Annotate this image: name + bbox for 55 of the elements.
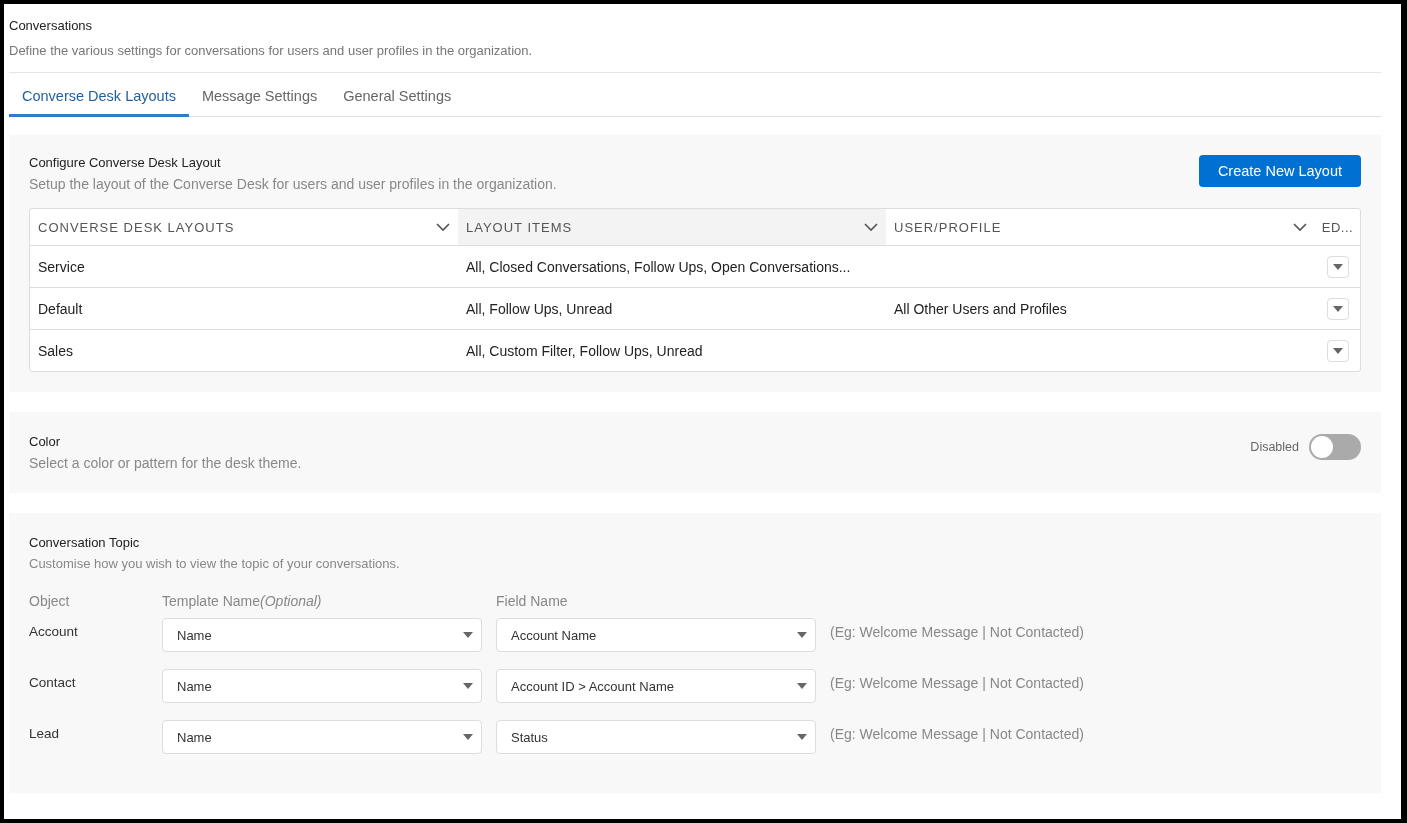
row-menu-button[interactable]: [1326, 297, 1349, 320]
object-label: Contact: [29, 674, 77, 690]
example-hint: (Eg: Welcome Message | Not Contacted): [830, 623, 1085, 640]
chevron-down-icon[interactable]: [864, 222, 878, 232]
example-hint: (Eg: Welcome Message | Not Contacted): [830, 725, 1085, 742]
caret-down-icon: [463, 683, 473, 689]
section-description: Customise how you wish to view the topic of your conversations.: [29, 556, 401, 571]
table-cell-text: All, Custom Filter, Follow Ups, Unread: [465, 341, 704, 361]
table-cell-text: Sales: [37, 341, 75, 361]
table-cell: All Other Users and Profiles: [894, 300, 1067, 317]
chevron-down-icon[interactable]: [1293, 222, 1307, 232]
template-select[interactable]: Name: [162, 669, 482, 703]
field-select[interactable]: Status: [496, 720, 816, 754]
section-title: Configure Converse Desk Layout: [29, 155, 222, 170]
section-title: Conversation Topic: [29, 535, 141, 550]
caret-down-icon: [797, 632, 807, 638]
section-description: Setup the layout of the Converse Desk for users and user profiles in the organization.: [29, 176, 557, 192]
caret-down-icon: [797, 734, 807, 740]
caret-down-icon: [463, 632, 473, 638]
section-title: Color: [29, 434, 62, 449]
toggle-switch[interactable]: [1309, 434, 1361, 460]
toggle-label: Disabled: [1250, 440, 1299, 454]
table-cell-text: Default: [37, 299, 84, 319]
section-description: Select a color or pattern for the desk theme.: [29, 455, 302, 471]
column-header[interactable]: LAYOUT ITEMS: [458, 209, 886, 245]
column-header[interactable]: USER/PROFILE: [886, 209, 1315, 245]
table-cell-text: All, Closed Conversations, Follow Ups, Open Conversations...: [465, 257, 852, 277]
column-label: Template Name(Optional): [162, 593, 323, 609]
column-header[interactable]: ED...: [1315, 209, 1360, 245]
caret-down-icon: [1332, 347, 1343, 354]
table-cell-text: Service: [37, 257, 86, 277]
object-label: Lead: [29, 725, 61, 741]
tab[interactable]: General Settings: [330, 80, 465, 117]
tab[interactable]: Converse Desk Layouts: [9, 80, 189, 117]
column-header[interactable]: CONVERSE DESK LAYOUTS: [30, 209, 458, 245]
template-select[interactable]: Name: [162, 618, 482, 652]
field-select[interactable]: Account Name: [496, 618, 816, 652]
page-description: Define the various settings for conversations for users and user profiles in the organization.: [9, 43, 534, 58]
row-menu-button[interactable]: [1326, 339, 1349, 362]
tab[interactable]: Message Settings: [188, 80, 331, 117]
caret-down-icon: [1332, 263, 1343, 270]
page-title: Conversations: [9, 18, 94, 33]
create-new-layout-button[interactable]: Create New Layout: [1198, 155, 1361, 187]
caret-down-icon: [463, 734, 473, 740]
chevron-down-icon[interactable]: [436, 222, 450, 232]
caret-down-icon: [1332, 305, 1343, 312]
object-label: Account: [29, 623, 79, 639]
column-label: Object: [29, 593, 71, 609]
column-label: Field Name: [496, 593, 569, 609]
table-cell-text: All, Follow Ups, Unread: [465, 299, 614, 319]
row-menu-button[interactable]: [1326, 255, 1349, 278]
field-select[interactable]: Account ID > Account Name: [496, 669, 816, 703]
example-hint: (Eg: Welcome Message | Not Contacted): [830, 674, 1085, 691]
caret-down-icon: [797, 683, 807, 689]
template-select[interactable]: Name: [162, 720, 482, 754]
